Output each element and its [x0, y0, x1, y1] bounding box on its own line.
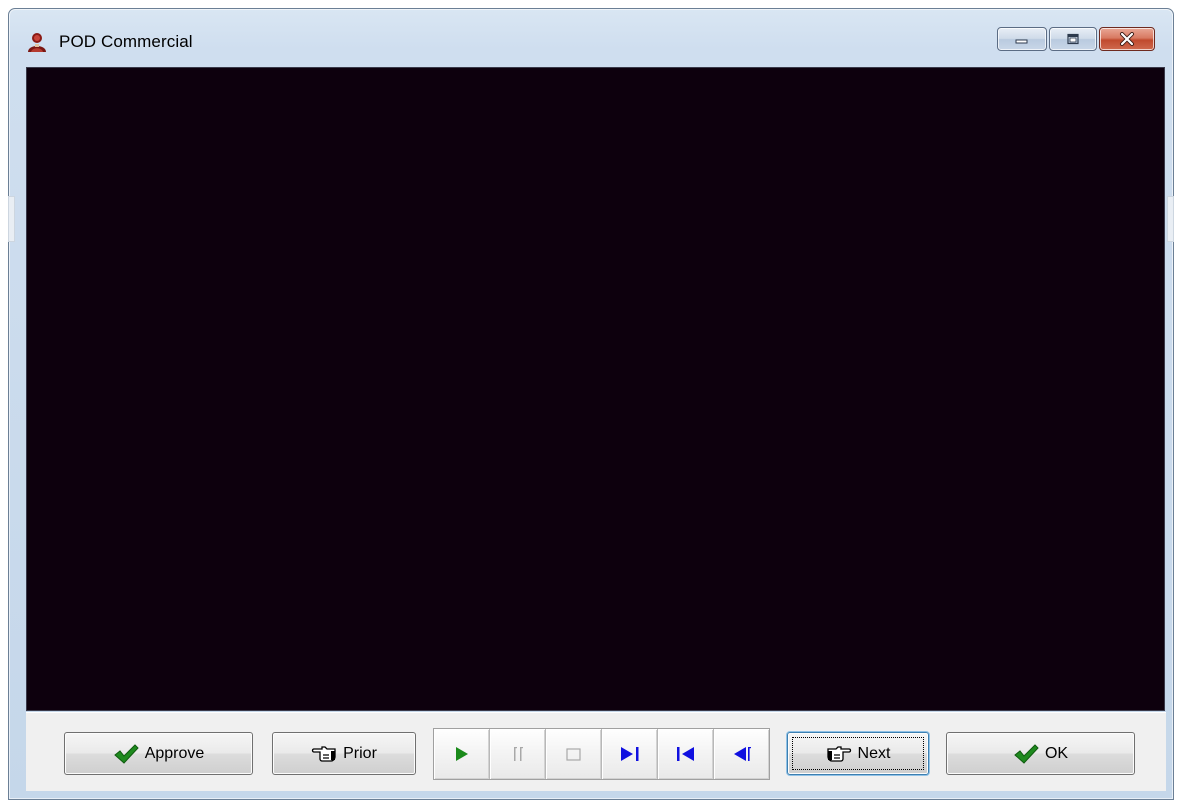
right-resize-edge[interactable] — [1167, 196, 1174, 242]
caption-buttons — [997, 27, 1155, 51]
left-resize-edge[interactable] — [8, 196, 15, 242]
app-person-icon — [28, 33, 46, 52]
ok-button[interactable]: OK — [946, 732, 1135, 775]
play-icon — [455, 747, 468, 761]
approve-button[interactable]: Approve — [64, 732, 253, 775]
prior-label: Prior — [343, 744, 377, 762]
close-icon — [1120, 32, 1134, 46]
minimize-icon — [1015, 39, 1028, 44]
maximize-icon — [1067, 33, 1079, 45]
stop-button[interactable] — [546, 729, 602, 779]
checkmark-icon — [1014, 743, 1039, 764]
step-forward-button[interactable] — [602, 729, 658, 779]
minimize-button[interactable] — [997, 27, 1047, 51]
step-back-button[interactable] — [714, 729, 769, 779]
close-button[interactable] — [1099, 27, 1155, 51]
pause-icon — [513, 747, 523, 761]
hand-point-left-icon — [311, 745, 336, 762]
step-forward-icon — [620, 747, 638, 761]
stop-icon — [565, 748, 581, 761]
control-toolbar: Approve Prior Next OK — [26, 712, 1166, 791]
media-controls — [433, 728, 770, 780]
skip-to-start-button[interactable] — [658, 729, 714, 779]
play-button[interactable] — [434, 729, 490, 779]
video-display-area[interactable] — [26, 67, 1165, 711]
approve-label: Approve — [144, 744, 205, 762]
title-bar[interactable]: POD Commercial — [9, 9, 1173, 67]
pause-button[interactable] — [490, 729, 546, 779]
prior-button[interactable]: Prior — [272, 732, 416, 775]
maximize-button[interactable] — [1049, 27, 1097, 51]
hand-point-right-icon — [826, 745, 851, 762]
window-title: POD Commercial — [59, 32, 193, 51]
step-back-icon — [733, 747, 751, 761]
next-button[interactable]: Next — [787, 732, 929, 775]
next-label: Next — [857, 744, 891, 762]
pod-commercial-window: POD Commercial Approve Prior Next OK — [8, 8, 1174, 800]
checkmark-icon — [113, 743, 139, 764]
skip-to-start-icon — [676, 747, 694, 761]
ok-label: OK — [1044, 744, 1069, 762]
